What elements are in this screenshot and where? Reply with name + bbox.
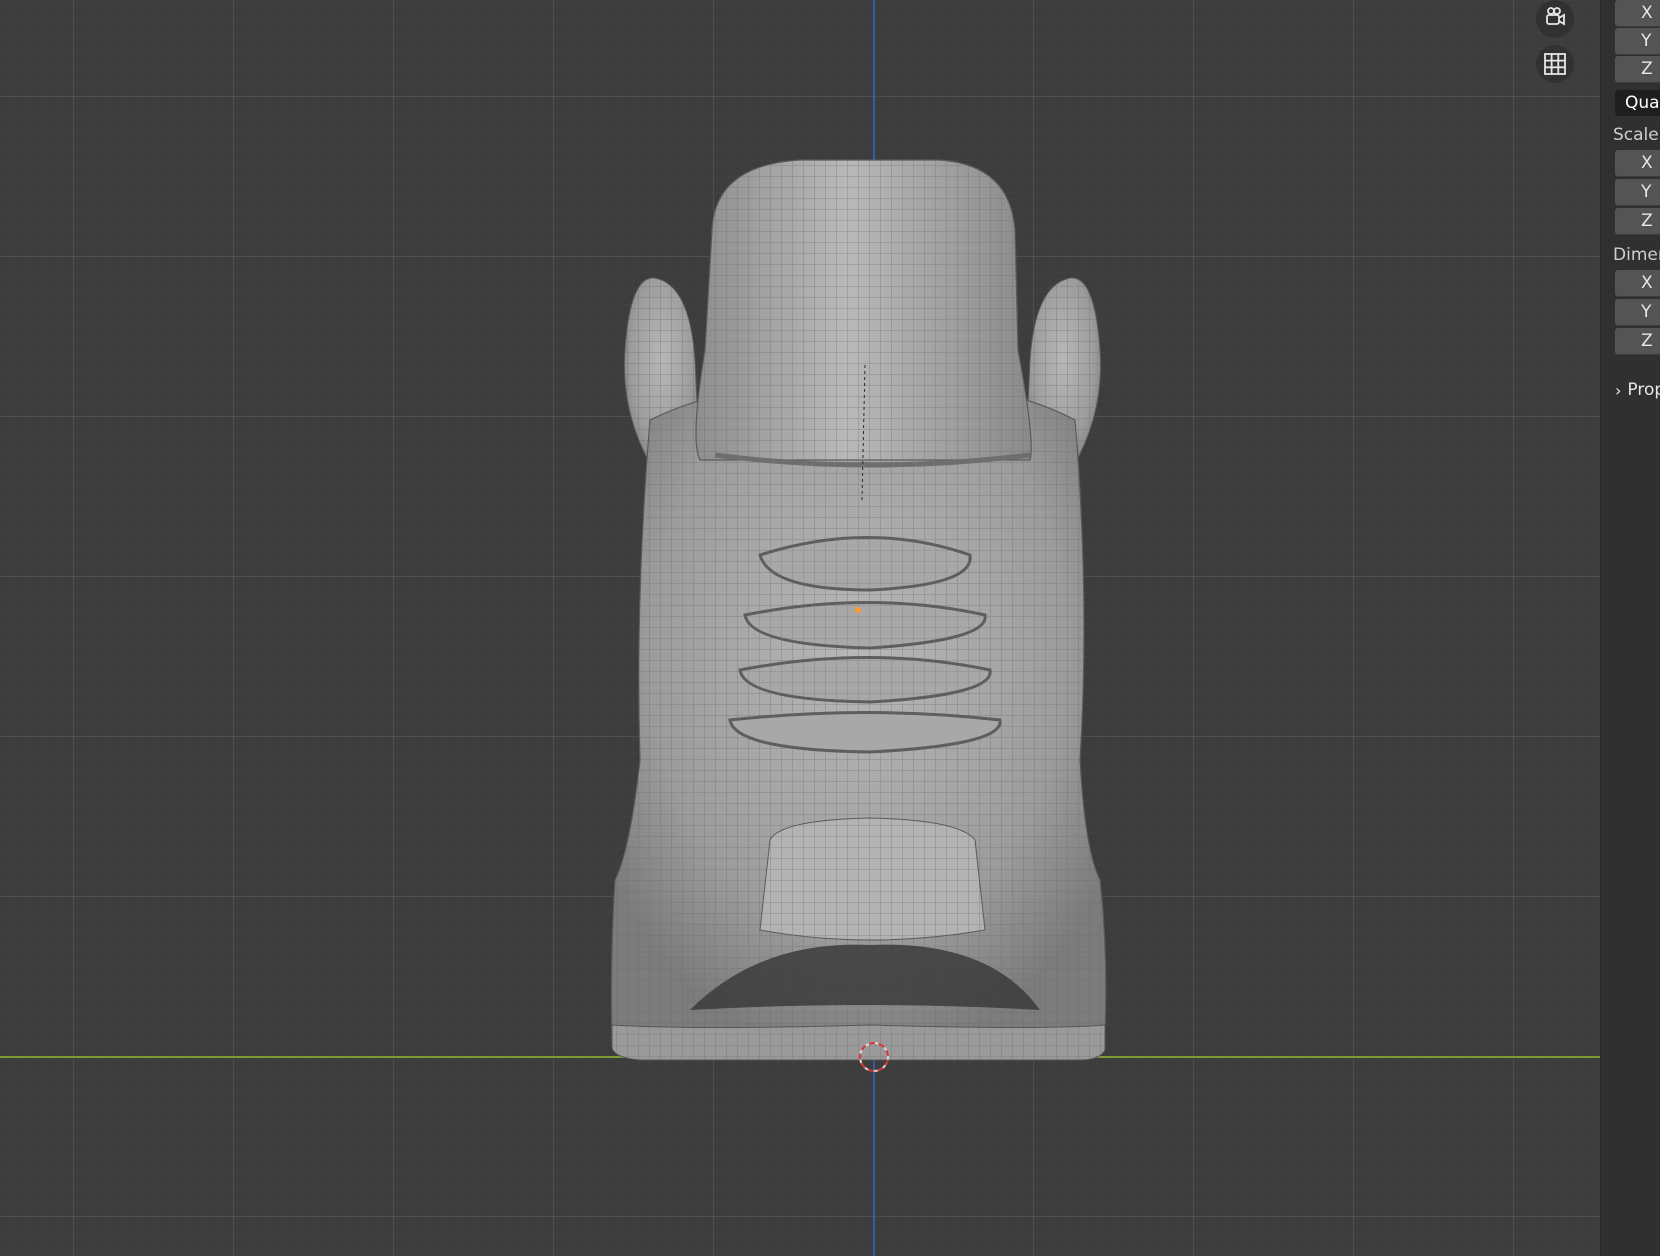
rotation-y-field[interactable]: Y — [1615, 28, 1660, 55]
camera-rotate-icon[interactable] — [1536, 0, 1574, 38]
scale-label: Scale: — [1613, 125, 1660, 145]
boot-mesh[interactable] — [0, 0, 1600, 1256]
sidebar-transform-panel: X Y Z Quat Scale: X Y Z Dimen X Y Z › Pr… — [1600, 0, 1660, 1256]
dimensions-x-field[interactable]: X — [1615, 270, 1660, 297]
dimensions-z-field[interactable]: Z — [1615, 328, 1660, 355]
grid-view-icon[interactable] — [1536, 45, 1574, 83]
dimensions-label: Dimen — [1613, 245, 1660, 265]
dimensions-y-field[interactable]: Y — [1615, 299, 1660, 326]
rotation-x-field[interactable]: X — [1615, 0, 1660, 27]
scale-x-field[interactable]: X — [1615, 150, 1660, 177]
3d-cursor[interactable] — [859, 1042, 889, 1072]
rotation-mode-select[interactable]: Quat — [1615, 90, 1660, 116]
scale-z-field[interactable]: Z — [1615, 208, 1660, 235]
rotation-z-field[interactable]: Z — [1615, 56, 1660, 83]
chevron-right-icon: › — [1615, 380, 1622, 400]
3d-viewport[interactable] — [0, 0, 1600, 1256]
properties-subpanel-header[interactable]: › Prop — [1615, 380, 1660, 400]
scale-y-field[interactable]: Y — [1615, 179, 1660, 206]
